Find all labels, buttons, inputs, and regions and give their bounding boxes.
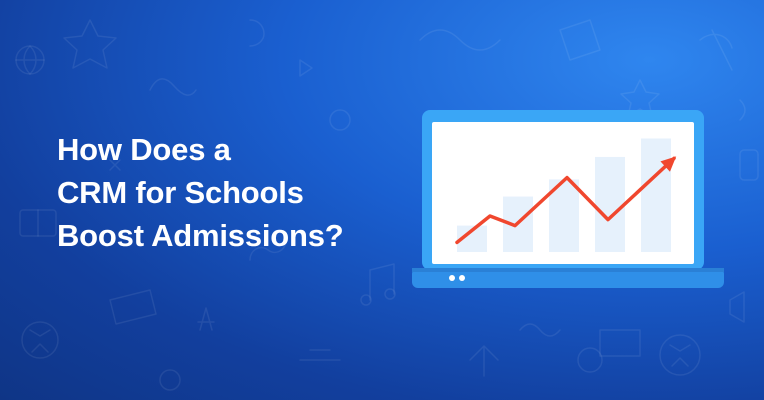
soccer-ball-doodle-icon [659, 334, 701, 376]
star-doodle-icon [63, 19, 117, 69]
rocket-doodle-icon [699, 29, 733, 71]
music-note-doodle-icon [369, 263, 395, 301]
headline: How Does a CRM for Schools Boost Admissi… [57, 128, 344, 257]
headline-line-1: How Does a [57, 132, 231, 167]
laptop-chart-illustration [412, 110, 724, 288]
chart-bar [595, 156, 625, 252]
headline-line-2: CRM for Schools [57, 175, 304, 210]
chart-bar [641, 138, 671, 252]
headline-line-3: Boost Admissions? [57, 218, 344, 253]
laptop-indicator-dot-2 [459, 275, 465, 281]
pencil-doodle-icon [109, 289, 157, 325]
laptop-indicator-dot-1 [449, 275, 455, 281]
